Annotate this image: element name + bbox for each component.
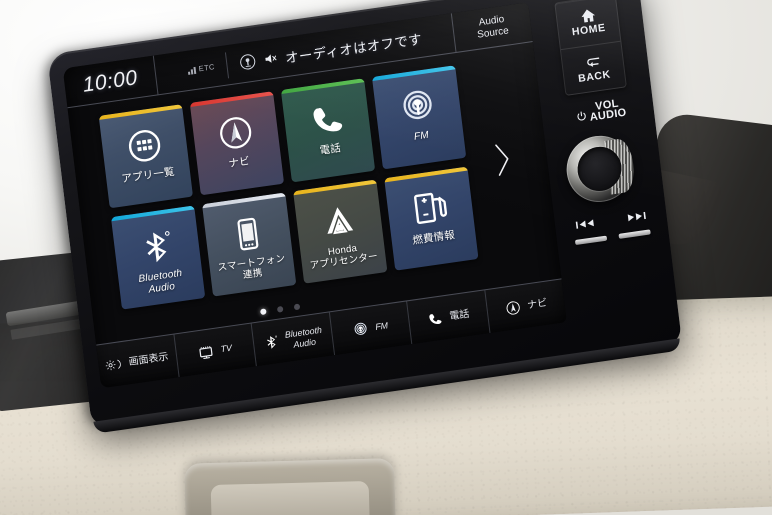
app-tile-2[interactable]: ナビ	[189, 91, 285, 196]
shortcut-label-wrap: 電話	[449, 308, 470, 322]
app-tile-label: ナビ	[227, 155, 251, 171]
shortcut-label: TV	[220, 342, 233, 355]
app-tile-5[interactable]: Bluetooth Audio	[110, 205, 206, 310]
shortcut-label: FM	[374, 320, 389, 333]
app-list-icon	[122, 123, 166, 168]
panel-slot-right	[618, 229, 651, 239]
back-button-label: BACK	[577, 67, 612, 85]
power-icon	[575, 108, 587, 121]
shortcut-label-wrap: TV	[220, 343, 232, 355]
app-tile-4[interactable]: FM	[371, 65, 467, 170]
previous-track-icon[interactable]	[574, 215, 596, 236]
tv-icon	[197, 342, 216, 361]
navigation-icon	[213, 110, 257, 155]
brightness-display-icon	[105, 355, 124, 374]
app-tile-1[interactable]: アプリ一覧	[98, 104, 194, 209]
honda-app-center-icon	[317, 198, 361, 243]
voice-recognition-icon	[238, 52, 257, 71]
navigation-icon	[503, 298, 522, 317]
smartphone-icon	[226, 211, 270, 256]
shortcut-label-wrap: Bluetooth Audio	[284, 325, 323, 350]
signal-bars-icon	[187, 65, 197, 75]
fuel-economy-icon	[408, 186, 452, 231]
volume-knob-text: VOL AUDIO	[588, 98, 627, 124]
phone-icon	[305, 97, 349, 142]
shortcut-label: ナビ	[526, 297, 548, 312]
infotainment-screen[interactable]: 10:00 ETC オーディオはオフです Audio Source アプリ一覧 …	[62, 2, 567, 389]
back-arrow-icon	[583, 53, 602, 70]
etc-indicator: ETC	[187, 62, 215, 75]
back-button[interactable]: BACK	[560, 40, 626, 95]
app-tile-label-line2: 連携	[242, 267, 264, 282]
shortcut-label: 画面表示	[128, 351, 170, 368]
head-unit: 10:00 ETC オーディオはオフです Audio Source アプリ一覧 …	[46, 0, 683, 434]
app-tile-label: 燃費情報	[411, 228, 456, 247]
screenshot-root: 10:00 ETC オーディオはオフです Audio Source アプリ一覧 …	[0, 0, 772, 515]
app-tile-6[interactable]: スマートフォン 連携	[202, 192, 297, 297]
page-dot-3[interactable]	[293, 303, 301, 311]
app-tile-label: 電話	[319, 142, 342, 158]
etc-label: ETC	[198, 62, 216, 74]
app-tile-label: アプリ一覧	[120, 165, 176, 186]
app-tile-grid: アプリ一覧 ナビ 電話 FM Bluetooth Audio スマートフォン 連携 H…	[98, 65, 479, 310]
dashboard-tray	[184, 458, 396, 515]
next-track-icon[interactable]	[626, 208, 648, 229]
home-button-label: HOME	[571, 21, 607, 39]
home-back-button-stack: HOME BACK	[554, 0, 627, 96]
home-icon	[578, 7, 597, 24]
page-dot-1[interactable]	[260, 308, 267, 316]
radio-fm-icon	[396, 84, 440, 129]
app-tile-label: FM	[413, 129, 430, 143]
volume-knob-label: VOL AUDIO	[561, 96, 641, 128]
chevron-right-icon[interactable]	[490, 138, 515, 181]
volume-audio-knob[interactable]	[562, 131, 637, 207]
bluetooth-icon	[135, 224, 179, 269]
page-dot-2[interactable]	[276, 305, 284, 313]
shortcut-label-wrap: 画面表示	[128, 351, 169, 368]
app-tile-3[interactable]: 電話	[280, 78, 376, 183]
shortcut-label-wrap: FM	[375, 321, 389, 333]
clock-text: 10:00	[81, 65, 139, 97]
status-divider	[225, 51, 230, 78]
app-tile-8[interactable]: 燃費情報	[384, 166, 479, 271]
app-tile-7[interactable]: Honda アプリセンター	[293, 179, 388, 284]
panel-slot-left	[574, 235, 608, 246]
radio-fm-icon	[352, 320, 371, 339]
shortcut-label: 電話	[448, 308, 470, 323]
speaker-mute-icon	[262, 50, 279, 67]
knob-knurling	[604, 137, 637, 195]
phone-icon	[426, 309, 445, 328]
bluetooth-icon	[262, 333, 281, 352]
shortcut-label-wrap: ナビ	[527, 297, 548, 311]
